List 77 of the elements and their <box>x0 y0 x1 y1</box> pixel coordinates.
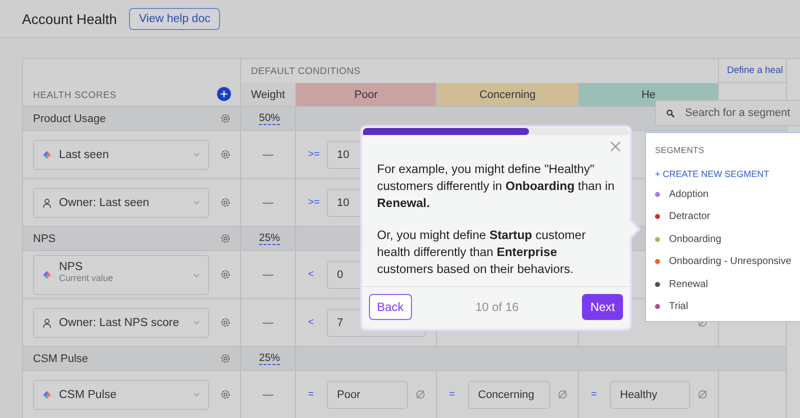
person-icon <box>42 198 52 208</box>
segment-item[interactable]: Adoption <box>655 183 800 206</box>
operator[interactable]: >= <box>308 197 320 208</box>
chevron-down-icon <box>193 152 200 157</box>
value-field[interactable]: Poor <box>327 380 408 408</box>
metric-select[interactable]: Owner: Last NPS score <box>33 308 209 338</box>
value-field[interactable]: Concerning <box>468 380 550 408</box>
settings-icon[interactable] <box>220 197 231 208</box>
weight-value: — <box>262 196 274 208</box>
metric-select[interactable]: Owner: Last seen <box>33 188 209 218</box>
search-input[interactable]: Search for a segment <box>683 106 800 120</box>
metric-icon <box>42 150 52 160</box>
chevron-down-icon <box>193 272 200 278</box>
weight-value: — <box>262 316 274 328</box>
segment-item[interactable]: Renewal <box>655 273 800 296</box>
settings-icon[interactable] <box>220 269 231 280</box>
operator[interactable]: = <box>591 389 603 400</box>
close-icon[interactable] <box>610 141 621 152</box>
list-heading: SEGMENTS <box>655 145 706 155</box>
add-button[interactable] <box>217 87 231 101</box>
metric-name: CSM Pulse <box>59 388 118 400</box>
metric-subtitle: Current value <box>59 272 114 282</box>
plus-icon <box>220 90 228 98</box>
page-title: Account Health <box>22 10 117 26</box>
chevron-down-icon <box>193 392 200 397</box>
metric-icon <box>42 270 52 280</box>
metric-icon <box>42 390 52 400</box>
group-name: Product Usage <box>33 112 106 124</box>
tour-text: For example, you might define "Healthy" customers differently in Onboarding than in Renewal. <box>377 161 616 212</box>
section-heading: DEFAULT CONDITIONS <box>251 66 361 76</box>
group-name: CSM Pulse <box>33 352 88 364</box>
column-heading: HEALTH SCORES <box>33 90 116 101</box>
operator[interactable]: = <box>308 389 320 400</box>
settings-icon[interactable] <box>220 389 231 400</box>
operator[interactable]: < <box>308 269 320 280</box>
settings-icon[interactable] <box>220 317 231 328</box>
segment-item[interactable]: Detractor <box>655 206 800 228</box>
weight-value: — <box>262 148 274 160</box>
tour-text: Or, you might define Startup customer health differently than Enterprise customers based on their behaviors. <box>377 227 587 278</box>
segment-item[interactable]: Trial <box>655 296 800 318</box>
clear-icon[interactable] <box>697 389 708 400</box>
step-counter: 10 of 16 <box>475 300 519 314</box>
clear-icon[interactable] <box>557 389 568 400</box>
help-doc-button[interactable]: View help doc <box>128 8 220 30</box>
define-link[interactable]: Define a heal <box>727 65 783 76</box>
segment-item[interactable]: Onboarding - Unresponsive <box>655 250 800 273</box>
settings-icon[interactable] <box>220 233 231 244</box>
settings-icon[interactable] <box>220 113 231 124</box>
next-button[interactable]: Next <box>582 294 623 320</box>
settings-icon[interactable] <box>220 149 231 160</box>
back-button[interactable]: Back <box>369 294 412 320</box>
search-icon <box>666 108 675 118</box>
metric-name: Owner: Last seen <box>59 196 150 208</box>
metric-select[interactable]: CSM Pulse <box>33 380 209 410</box>
weight-value: — <box>262 268 274 280</box>
metric-select[interactable]: NPS Current value <box>33 254 209 294</box>
settings-icon[interactable] <box>220 353 231 364</box>
metric-select[interactable]: Last seen <box>33 140 209 170</box>
chevron-down-icon <box>193 320 200 325</box>
condition-header: Concerning <box>437 83 579 107</box>
create-segment-link[interactable]: + CREATE NEW SEGMENT <box>655 169 800 179</box>
group-name: NPS <box>33 232 56 244</box>
metric-name: Owner: Last NPS score <box>59 316 180 328</box>
clear-icon[interactable] <box>415 389 426 400</box>
search-bar[interactable]: Search for a segment <box>655 100 800 126</box>
operator[interactable]: >= <box>308 149 320 160</box>
operator[interactable]: < <box>308 317 320 328</box>
operator[interactable]: = <box>449 389 461 400</box>
person-icon <box>42 318 52 328</box>
column-heading: Weight <box>250 88 286 100</box>
value-field[interactable]: Healthy <box>610 380 690 408</box>
weight-value: — <box>262 388 274 400</box>
condition-header: Poor <box>296 83 437 107</box>
chevron-down-icon <box>193 200 200 205</box>
metric-name: NPS <box>59 260 84 272</box>
metric-name: Last seen <box>59 148 110 160</box>
segment-item[interactable]: Onboarding <box>655 228 800 250</box>
